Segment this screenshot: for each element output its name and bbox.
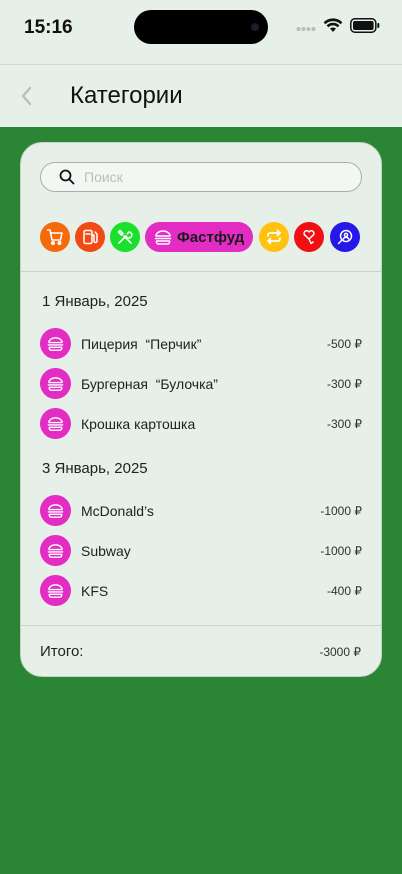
transaction-name: Subway <box>81 543 131 559</box>
category-pill-label: Фастфуд <box>177 228 245 246</box>
category-repair[interactable] <box>110 222 140 252</box>
burger-icon <box>40 495 71 526</box>
burger-icon <box>40 328 71 359</box>
transaction-name: KFS <box>81 583 109 599</box>
category-charity[interactable] <box>294 222 324 252</box>
signal-icon <box>296 26 316 31</box>
date-header: 1 Январь, 2025 <box>42 293 148 310</box>
transaction-amount: -400 ₽ <box>327 584 362 598</box>
transaction-amount: -300 ₽ <box>327 377 362 391</box>
transaction-row[interactable]: Бургерная “Булочка” -300 ₽ <box>40 368 362 400</box>
fuel-icon <box>83 229 98 245</box>
transaction-name: Пицерия “Перчик” <box>81 336 202 352</box>
tools-icon <box>117 229 133 244</box>
category-groceries[interactable] <box>40 222 70 252</box>
status-time: 15:16 <box>24 17 73 38</box>
burger-icon <box>154 230 172 245</box>
back-button[interactable] <box>12 81 40 111</box>
transaction-row[interactable]: Пицерия “Перчик” -500 ₽ <box>40 328 362 360</box>
burger-icon <box>40 535 71 566</box>
search-input[interactable] <box>84 167 344 187</box>
total-amount: -3000 ₽ <box>319 645 361 659</box>
category-transfers[interactable] <box>259 222 289 252</box>
category-fastfood-selected[interactable]: Фастфуд <box>145 222 253 252</box>
transaction-amount: -500 ₽ <box>327 337 362 351</box>
transaction-name: McDonald’s <box>81 503 154 519</box>
transaction-amount: -1000 ₽ <box>320 544 362 558</box>
navigation-bar: Категории <box>0 64 402 127</box>
transaction-amount: -1000 ₽ <box>320 504 362 518</box>
cart-icon <box>46 229 63 246</box>
category-services[interactable] <box>330 222 360 252</box>
dynamic-island <box>134 10 268 44</box>
transaction-name: Бургерная “Булочка” <box>81 376 218 392</box>
transaction-row[interactable]: Крошка картошка -300 ₽ <box>40 408 362 440</box>
transaction-row[interactable]: Subway -1000 ₽ <box>40 535 362 567</box>
search-bar[interactable] <box>40 162 362 192</box>
chevron-left-icon <box>21 86 32 106</box>
heart-hand-icon <box>303 230 315 245</box>
status-bar: 15:16 <box>0 0 402 64</box>
date-header: 3 Январь, 2025 <box>42 460 148 477</box>
category-fuel[interactable] <box>75 222 105 252</box>
transaction-name: Крошка картошка <box>81 416 196 432</box>
page-title: Категории <box>70 82 183 109</box>
search-icon <box>59 169 75 185</box>
burger-icon <box>40 368 71 399</box>
burger-icon <box>40 575 71 606</box>
divider <box>21 271 381 272</box>
transfer-icon <box>267 229 281 245</box>
transaction-row[interactable]: KFS -400 ₽ <box>40 575 362 607</box>
wifi-icon <box>323 18 343 32</box>
search-person-icon <box>337 229 353 245</box>
total-label: Итого: <box>40 643 84 660</box>
burger-icon <box>40 408 71 439</box>
divider <box>21 625 381 626</box>
category-card: Фастфуд 1 Январь, 2025 Пицерия “Перчик” … <box>20 142 382 677</box>
transaction-amount: -300 ₽ <box>327 417 362 431</box>
transaction-row[interactable]: McDonald’s -1000 ₽ <box>40 495 362 527</box>
battery-icon <box>350 18 380 33</box>
